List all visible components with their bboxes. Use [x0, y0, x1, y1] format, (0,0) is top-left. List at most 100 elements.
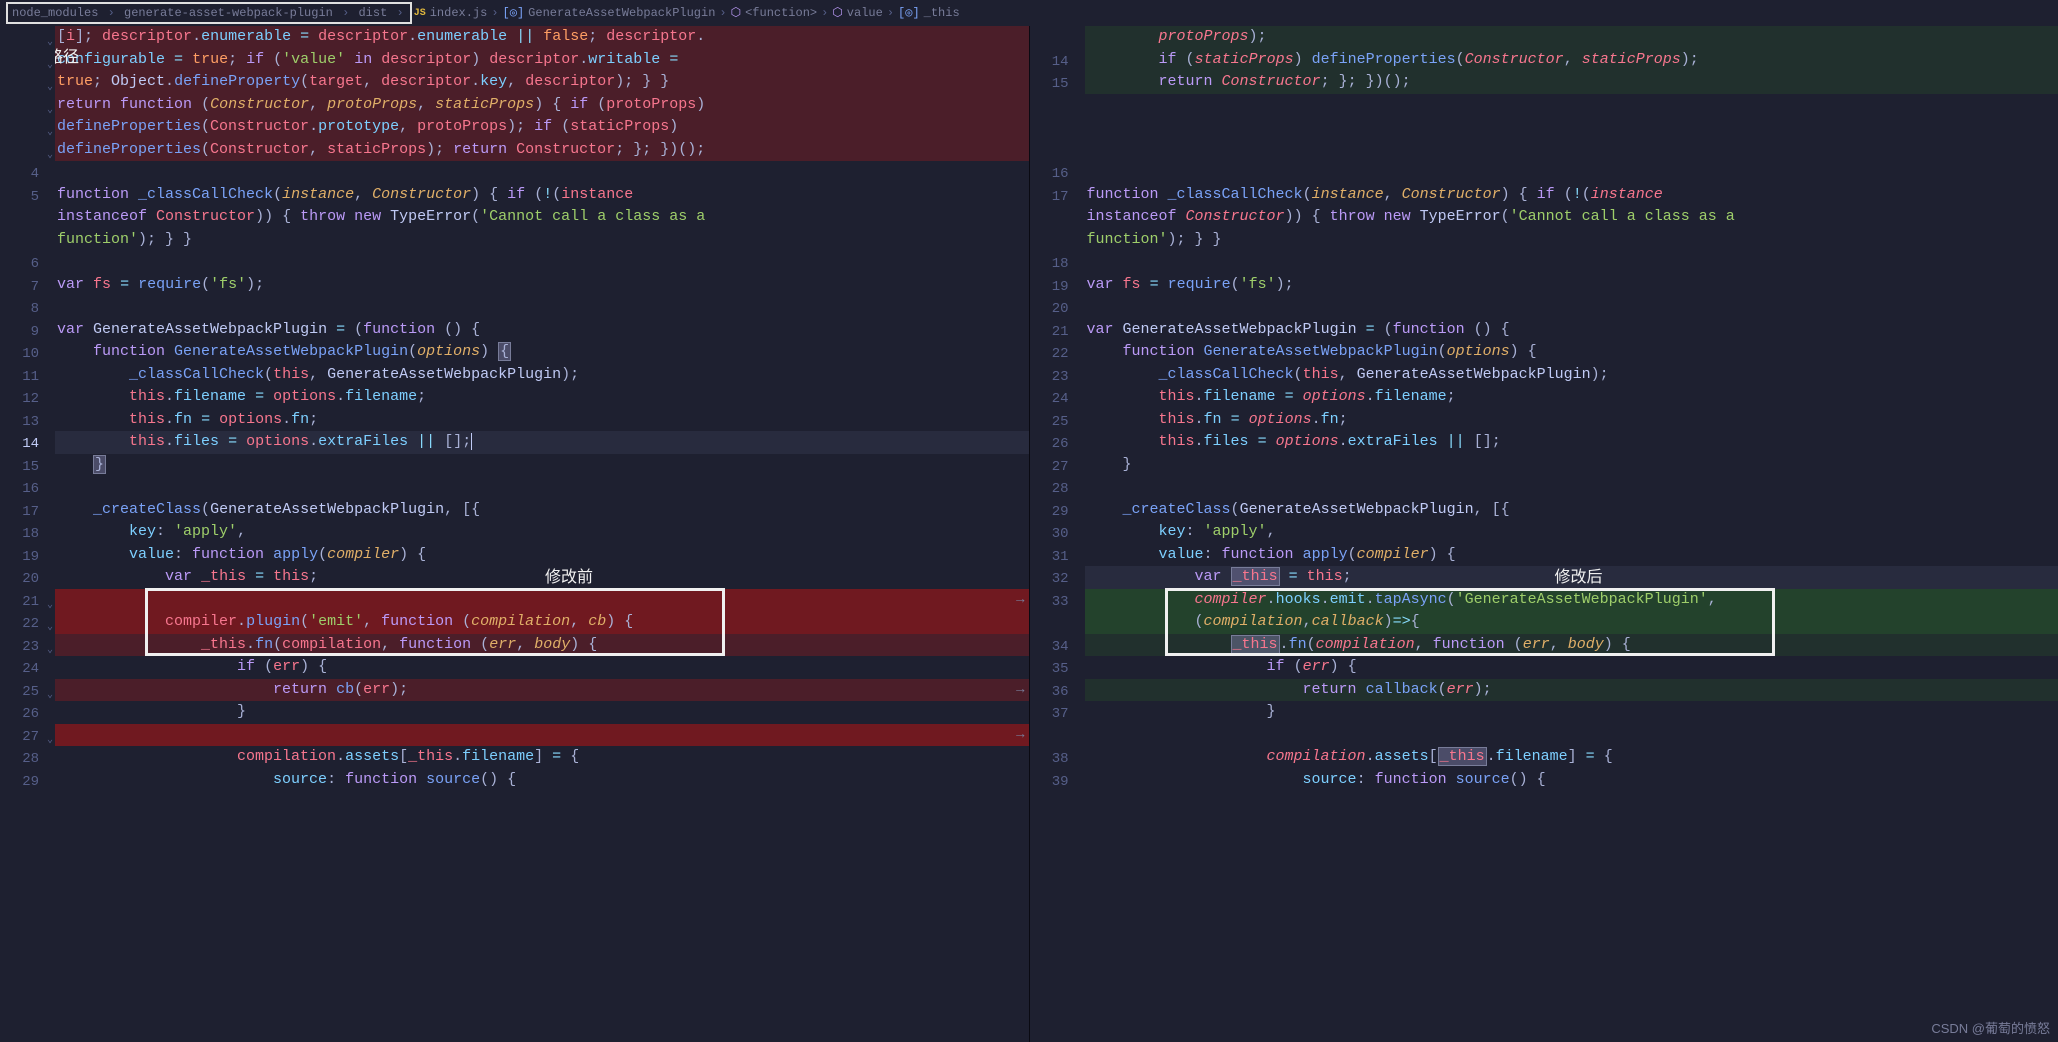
breadcrumb-item[interactable]: generate-asset-webpack-plugin — [124, 4, 333, 22]
gutter-line-number[interactable] — [0, 208, 55, 231]
gutter-line-number[interactable]: ⌄ — [0, 73, 55, 96]
fold-icon[interactable]: ⌄ — [43, 100, 53, 110]
code-line[interactable] — [1085, 94, 2058, 117]
gutter-line-number[interactable]: 20 — [0, 568, 55, 591]
code-line[interactable]: if (err) { — [55, 656, 1029, 679]
fold-icon[interactable]: ⌄ — [43, 145, 53, 155]
gutter-line-number[interactable] — [1030, 208, 1085, 231]
code-line[interactable]: → — [55, 724, 1029, 747]
gutter-line-number[interactable]: 10 — [0, 343, 55, 366]
gutter-line-number[interactable] — [1030, 28, 1085, 51]
code-line[interactable]: var GenerateAssetWebpackPlugin = (functi… — [1085, 319, 2058, 342]
gutter-line-number[interactable]: 27 — [1030, 456, 1085, 479]
gutter-line-number[interactable]: 29 — [1030, 501, 1085, 524]
code-line[interactable]: true; Object.defineProperty(target, desc… — [55, 71, 1029, 94]
fold-icon[interactable]: ⌄ — [43, 617, 53, 627]
gutter-line-number[interactable]: 26 — [0, 703, 55, 726]
code-line[interactable]: defineProperties(Constructor, staticProp… — [55, 139, 1029, 162]
code-line[interactable]: function GenerateAssetWebpackPlugin(opti… — [1085, 341, 2058, 364]
gutter-line-number[interactable]: 13 — [0, 411, 55, 434]
code-line[interactable]: return callback(err);+ — [1085, 679, 2058, 702]
code-line[interactable]: var GenerateAssetWebpackPlugin = (functi… — [55, 319, 1029, 342]
code-line[interactable]: if (staticProps) defineProperties(Constr… — [1085, 49, 2058, 72]
code-line[interactable] — [1085, 116, 2058, 139]
gutter-line-number[interactable]: 25 — [1030, 411, 1085, 434]
gutter-line-number[interactable]: 18 — [1030, 253, 1085, 276]
code-line[interactable]: this.fn = options.fn; — [55, 409, 1029, 432]
gutter-line-number[interactable]: 32 — [1030, 568, 1085, 591]
breadcrumb-symbol[interactable]: [◎] GenerateAssetWebpackPlugin — [503, 4, 716, 22]
gutter-line-number[interactable]: 25⌄ — [0, 681, 55, 704]
code-line[interactable]: instanceof Constructor)) { throw new Typ… — [55, 206, 1029, 229]
gutter-line-number[interactable]: 4 — [0, 163, 55, 186]
gutter-line-number[interactable]: 12 — [0, 388, 55, 411]
diff-pane-original[interactable]: ⌄⌄⌄⌄⌄⌄456789101112131415161718192021⌄22⌄… — [0, 26, 1030, 1042]
code-line[interactable]: var _this = this; — [55, 566, 1029, 589]
code-line[interactable]: value: function apply(compiler) { — [1085, 544, 2058, 567]
code-line[interactable]: _classCallCheck(this, GenerateAssetWebpa… — [55, 364, 1029, 387]
gutter-line-number[interactable]: 5 — [0, 186, 55, 209]
gutter-line-number[interactable]: 26 — [1030, 433, 1085, 456]
gutter-line-number[interactable]: ⌄ — [0, 28, 55, 51]
code-line[interactable]: defineProperties(Constructor.prototype, … — [55, 116, 1029, 139]
code-line[interactable]: configurable = true; if ('value' in desc… — [55, 49, 1029, 72]
breadcrumb-symbol[interactable]: [◎] _this — [898, 4, 960, 22]
code-line[interactable]: compiler.hooks.emit.tapAsync('GenerateAs… — [1085, 589, 2058, 612]
gutter-line-number[interactable]: 14 — [0, 433, 55, 456]
code-line[interactable]: return Constructor; }; })();+ — [1085, 71, 2058, 94]
code-line[interactable]: this.filename = options.filename; — [1085, 386, 2058, 409]
gutter-line-number[interactable]: 22⌄ — [0, 613, 55, 636]
gutter-line-number[interactable]: 37 — [1030, 703, 1085, 726]
code-line[interactable] — [1085, 296, 2058, 319]
code-line[interactable]: key: 'apply', — [1085, 521, 2058, 544]
gutter-line-number[interactable]: 33 — [1030, 591, 1085, 614]
gutter-line-number[interactable]: 28 — [0, 748, 55, 771]
diff-arrow-icon[interactable]: → — [1016, 589, 1024, 612]
diff-arrow-icon[interactable]: → — [1016, 679, 1024, 702]
line-gutter-right[interactable]: 1415161718192021222324252627282930313233… — [1030, 26, 1085, 1042]
gutter-line-number[interactable] — [1030, 231, 1085, 254]
breadcrumb-symbol[interactable]: ⬡ value — [832, 4, 883, 22]
code-line[interactable] — [55, 161, 1029, 184]
gutter-line-number[interactable]: 24 — [1030, 388, 1085, 411]
gutter-line-number[interactable]: 14 — [1030, 51, 1085, 74]
code-line[interactable]: _this.fn(compilation, function (err, bod… — [1085, 634, 2058, 657]
gutter-line-number[interactable] — [1030, 613, 1085, 636]
diff-pane-modified[interactable]: 1415161718192021222324252627282930313233… — [1030, 26, 2058, 1042]
gutter-line-number[interactable]: 36 — [1030, 681, 1085, 704]
diff-arrow-icon[interactable]: → — [1016, 724, 1024, 747]
code-line[interactable]: protoProps);+ — [1085, 26, 2058, 49]
gutter-line-number[interactable]: 23⌄ — [0, 636, 55, 659]
fold-icon[interactable]: ⌄ — [43, 77, 53, 87]
gutter-line-number[interactable]: 19 — [0, 546, 55, 569]
code-line[interactable] — [1085, 139, 2058, 162]
code-line[interactable]: } — [1085, 701, 2058, 724]
code-line[interactable]: key: 'apply', — [55, 521, 1029, 544]
code-line[interactable]: compilation.assets[_this.filename] = { — [1085, 746, 2058, 769]
code-line[interactable]: _createClass(GenerateAssetWebpackPlugin,… — [1085, 499, 2058, 522]
fold-icon[interactable]: ⌄ — [43, 32, 53, 42]
gutter-line-number[interactable]: 28 — [1030, 478, 1085, 501]
code-area-left[interactable]: 文件路径 修改前 [i]; descriptor.enumerable = de… — [55, 26, 1029, 1042]
gutter-line-number[interactable]: 34 — [1030, 636, 1085, 659]
code-line[interactable]: value: function apply(compiler) { — [55, 544, 1029, 567]
gutter-line-number[interactable]: 16 — [1030, 163, 1085, 186]
gutter-line-number[interactable] — [0, 231, 55, 254]
code-line[interactable]: this.files = options.extraFiles || []; — [55, 431, 1029, 454]
code-line[interactable] — [1085, 724, 2058, 747]
code-line[interactable]: _classCallCheck(this, GenerateAssetWebpa… — [1085, 364, 2058, 387]
code-line[interactable]: } — [55, 454, 1029, 477]
code-line[interactable] — [55, 476, 1029, 499]
code-line[interactable]: var fs = require('fs'); — [1085, 274, 2058, 297]
code-line[interactable] — [1085, 161, 2058, 184]
gutter-line-number[interactable]: 15 — [1030, 73, 1085, 96]
code-line[interactable]: source: function source() { — [55, 769, 1029, 792]
code-line[interactable]: return function (Constructor, protoProps… — [55, 94, 1029, 117]
fold-icon[interactable]: ⌄ — [43, 640, 53, 650]
gutter-line-number[interactable]: 17 — [0, 501, 55, 524]
code-line[interactable] — [55, 251, 1029, 274]
code-line[interactable]: _createClass(GenerateAssetWebpackPlugin,… — [55, 499, 1029, 522]
gutter-line-number[interactable]: 39 — [1030, 771, 1085, 794]
code-line[interactable]: this.files = options.extraFiles || []; — [1085, 431, 2058, 454]
gutter-line-number[interactable]: 17 — [1030, 186, 1085, 209]
